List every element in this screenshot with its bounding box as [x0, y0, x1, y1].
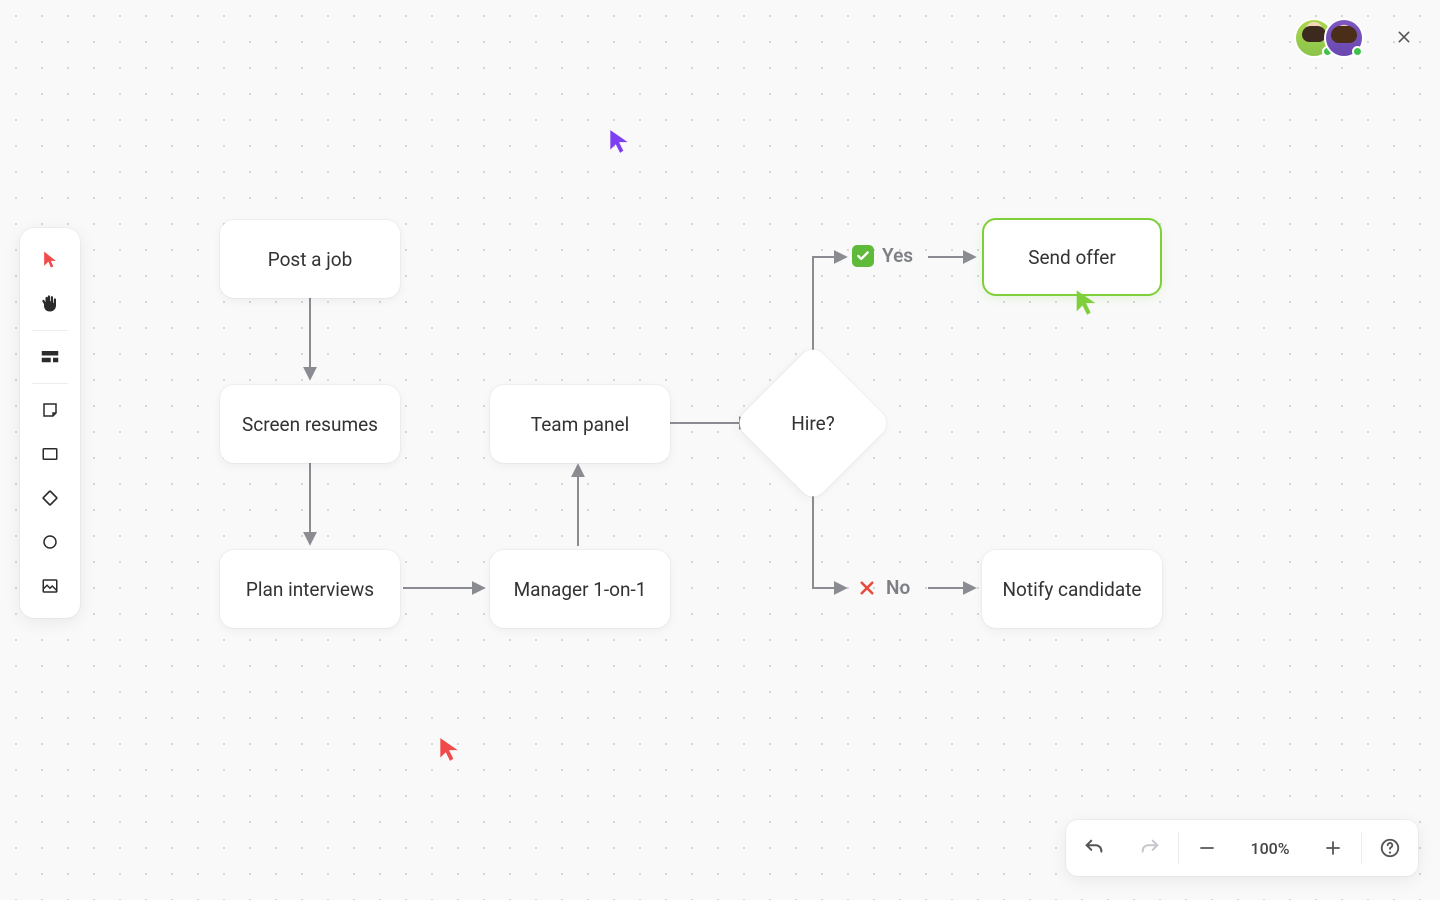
collaborator-avatars	[1294, 18, 1364, 58]
node-label: Hire?	[791, 412, 835, 435]
help-button[interactable]	[1362, 820, 1418, 876]
node-plan-interviews[interactable]: Plan interviews	[220, 550, 400, 628]
zoom-out-button[interactable]	[1179, 820, 1235, 876]
redo-button[interactable]	[1122, 820, 1178, 876]
node-label: Send offer	[1028, 246, 1116, 269]
node-manager-1on1[interactable]: Manager 1-on-1	[490, 550, 670, 628]
x-icon	[856, 577, 878, 599]
node-notify-candidate[interactable]: Notify candidate	[982, 550, 1162, 628]
toolbox-separator	[32, 330, 68, 331]
tool-section[interactable]	[28, 335, 72, 379]
branch-yes: Yes	[852, 244, 913, 267]
tool-image[interactable]	[28, 564, 72, 608]
tool-sticky-note[interactable]	[28, 388, 72, 432]
node-team-panel[interactable]: Team panel	[490, 385, 670, 463]
node-label: Screen resumes	[242, 413, 378, 436]
branch-label-text: Yes	[882, 244, 913, 267]
branch-no: No	[856, 576, 910, 599]
node-hire-decision[interactable]: Hire?	[757, 367, 869, 479]
close-button[interactable]	[1390, 20, 1418, 56]
tool-diamond[interactable]	[28, 476, 72, 520]
toolbox-separator	[32, 383, 68, 384]
zoom-level[interactable]: 100%	[1235, 839, 1305, 858]
tool-rectangle[interactable]	[28, 432, 72, 476]
node-label: Plan interviews	[246, 578, 374, 601]
undo-button[interactable]	[1066, 820, 1122, 876]
zoom-in-button[interactable]	[1305, 820, 1361, 876]
avatar[interactable]	[1324, 18, 1364, 58]
node-label: Notify candidate	[1003, 578, 1142, 601]
node-label: Team panel	[531, 413, 629, 436]
tool-circle[interactable]	[28, 520, 72, 564]
node-post-job[interactable]: Post a job	[220, 220, 400, 298]
tool-hand[interactable]	[28, 282, 72, 326]
node-label: Post a job	[268, 248, 353, 271]
topbar	[1294, 18, 1418, 58]
check-icon	[852, 245, 874, 267]
presence-dot	[1352, 46, 1363, 57]
view-controls: 100%	[1066, 820, 1418, 876]
node-label: Manager 1-on-1	[514, 578, 647, 601]
node-send-offer[interactable]: Send offer	[982, 218, 1162, 296]
tool-pointer[interactable]	[28, 238, 72, 282]
canvas[interactable]	[0, 0, 1440, 900]
toolbox	[20, 228, 80, 618]
branch-label-text: No	[886, 576, 910, 599]
node-screen-resumes[interactable]: Screen resumes	[220, 385, 400, 463]
